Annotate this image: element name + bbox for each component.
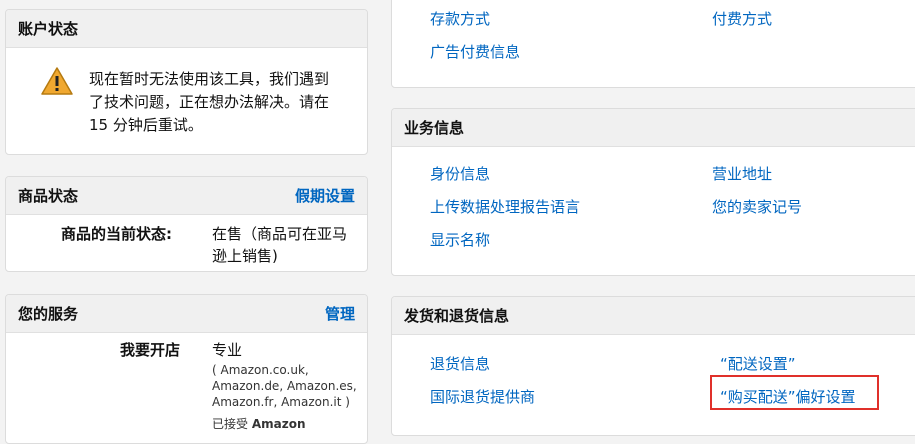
- warning-line-2: 了技术问题，正在想办法解决。请在: [89, 93, 330, 111]
- product-status-title: 商品状态: [18, 187, 79, 205]
- selling-plan: 专业: [212, 341, 243, 359]
- identity-info-link[interactable]: 身份信息: [430, 163, 490, 184]
- warning-icon: [41, 67, 73, 95]
- warning-line-3: 15 分钟后重试。: [89, 116, 203, 134]
- payment-info-panel: 存款方式 广告付费信息 付费方式: [391, 0, 915, 88]
- account-status-panel: 账户状态 现在暂时无法使用该工具，我们遇到 了技术问题，正在想办法解决。请在 1…: [5, 9, 368, 155]
- ad-payment-info-link[interactable]: 广告付费信息: [430, 41, 520, 62]
- accepted-terms: 已接受 Amazon: [212, 415, 306, 433]
- account-status-header: 账户状态: [6, 10, 367, 48]
- seller-token-link[interactable]: 您的卖家记号: [712, 196, 802, 217]
- intl-return-provider-link[interactable]: 国际退货提供商: [430, 386, 535, 407]
- display-name-link[interactable]: 显示名称: [430, 229, 490, 250]
- deposit-method-link[interactable]: 存款方式: [430, 8, 490, 29]
- account-status-title: 账户状态: [18, 20, 79, 38]
- marketplaces-line-3: Amazon.fr, Amazon.it ): [212, 395, 350, 409]
- accepted-prefix: 已接受: [212, 417, 249, 431]
- current-status-label: 商品的当前状态:: [61, 225, 172, 243]
- your-services-header: 您的服务 管理: [6, 295, 367, 333]
- manage-services-link[interactable]: 管理: [325, 303, 355, 324]
- product-status-header: 商品状态 假期设置: [6, 177, 367, 215]
- highlight-box: [710, 375, 879, 410]
- shipping-returns-title: 发货和退货信息: [404, 307, 510, 325]
- accepted-amazon: Amazon: [251, 417, 306, 431]
- warning-line-1: 现在暂时无法使用该工具，我们遇到: [89, 70, 330, 88]
- business-info-title: 业务信息: [404, 119, 465, 137]
- selling-label: 我要开店: [120, 341, 181, 359]
- vacation-settings-link[interactable]: 假期设置: [295, 185, 355, 206]
- your-services-title: 您的服务: [18, 305, 79, 323]
- product-status-panel: 商品状态 假期设置 商品的当前状态: 在售（商品可在亚马 逊上销售): [5, 176, 368, 272]
- report-language-link[interactable]: 上传数据处理报告语言: [430, 196, 580, 217]
- your-services-panel: 您的服务 管理 我要开店 专业 ( Amazon.co.uk, Amazon.d…: [5, 294, 368, 444]
- shipping-returns-header: 发货和退货信息: [392, 297, 915, 335]
- business-address-link[interactable]: 营业地址: [712, 163, 772, 184]
- payment-method-link[interactable]: 付费方式: [712, 8, 772, 29]
- shipping-returns-panel: 发货和退货信息 退货信息 国际退货提供商 “配送设置” “购买配送”偏好设置: [391, 296, 915, 436]
- current-status-value-line-2: 逊上销售): [212, 247, 278, 265]
- return-info-link[interactable]: 退货信息: [430, 353, 490, 374]
- business-info-panel: 业务信息 身份信息 上传数据处理报告语言 显示名称 营业地址 您的卖家记号: [391, 108, 915, 276]
- business-info-header: 业务信息: [392, 109, 915, 147]
- current-status-value-line-1: 在售（商品可在亚马: [212, 225, 348, 243]
- shipping-settings-link[interactable]: “配送设置”: [720, 353, 796, 374]
